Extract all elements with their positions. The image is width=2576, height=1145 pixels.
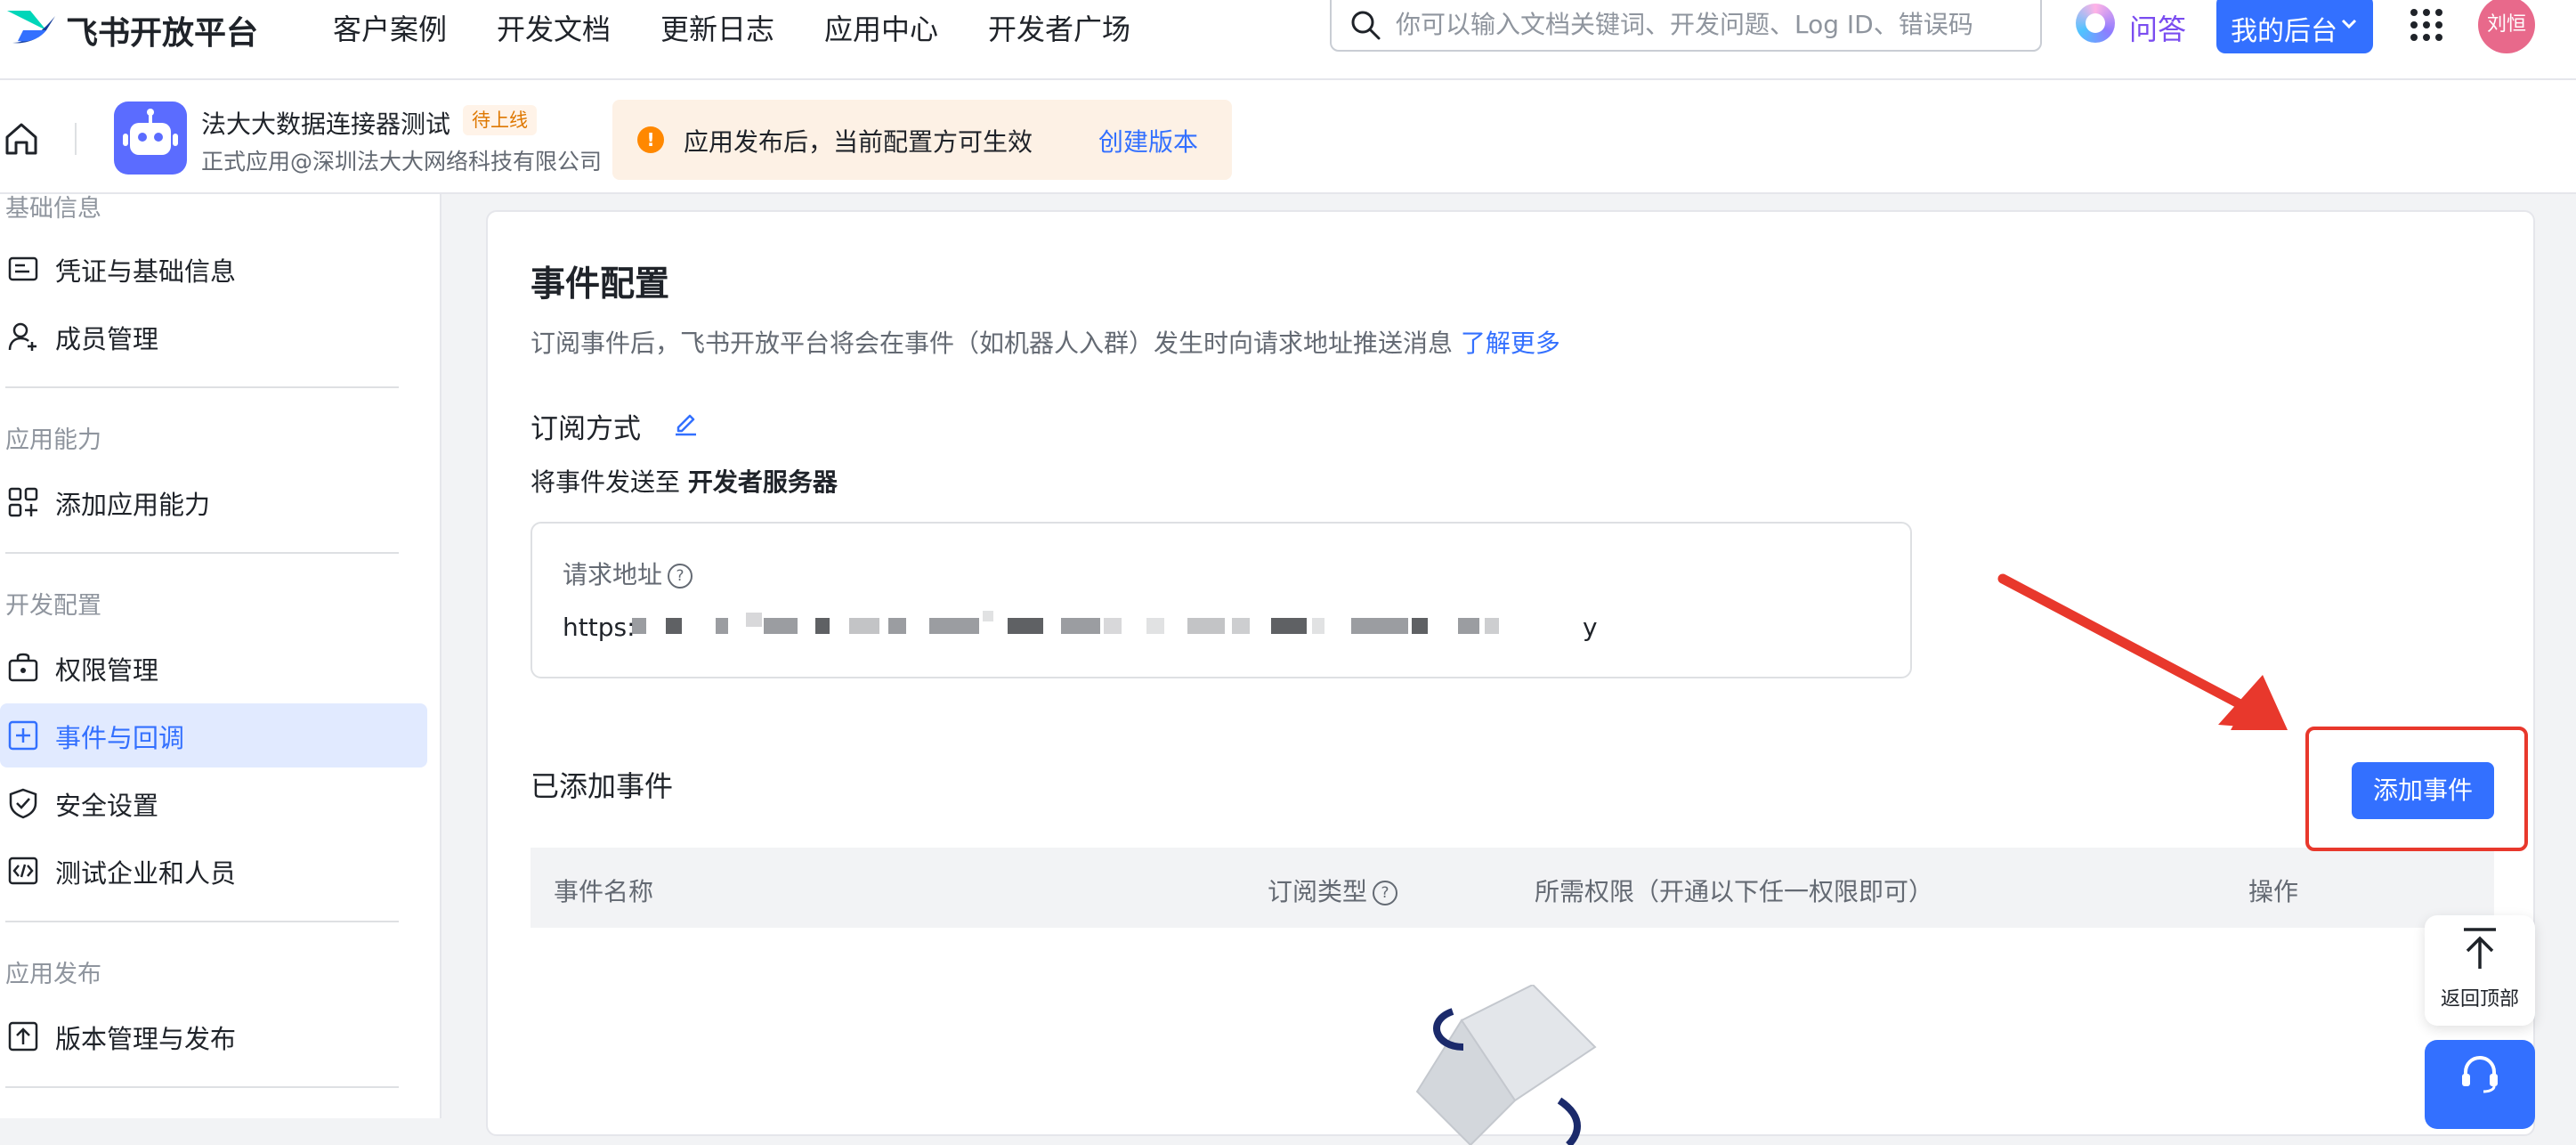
- column-header-subscribe-type: 订阅类型?: [1268, 873, 1398, 908]
- chevron-down-icon: [2341, 19, 2357, 29]
- home-icon[interactable]: [4, 121, 39, 157]
- request-url-label: 请求地址?: [563, 556, 693, 591]
- column-header-event-name: 事件名称: [554, 877, 654, 906]
- warning-icon: !: [637, 126, 664, 153]
- code-icon: [8, 857, 38, 885]
- sidebar-item-events[interactable]: 事件与回调: [0, 703, 427, 767]
- sidebar-item-permissions[interactable]: 权限管理: [0, 636, 427, 700]
- page-description: 订阅事件后，飞书开放平台将会在事件（如机器人入群）发生时向请求地址推送消息 了解…: [531, 324, 1560, 360]
- status-badge: 待上线: [463, 105, 537, 135]
- search-icon: [1351, 11, 1381, 40]
- request-url-label-text: 请求地址: [563, 560, 663, 589]
- user-add-icon: [8, 322, 36, 351]
- sidebar-item-add-capability[interactable]: 添加应用能力: [0, 470, 427, 534]
- send-prefix: 将事件发送至: [531, 467, 681, 497]
- app-header: 法大大数据连接器测试 待上线 正式应用@深圳法大大网络科技有限公司 ! 应用发布…: [0, 80, 2576, 194]
- events-table-header: 事件名称 订阅类型? 所需权限（开通以下任一权限即可） 操作: [531, 848, 2494, 928]
- sidebar-item-label: 测试企业和人员: [55, 858, 237, 889]
- column-header-actions: 操作: [2248, 877, 2299, 906]
- nav-link-docs[interactable]: 开发文档: [497, 7, 611, 48]
- app-subtitle: 正式应用@深圳法大大网络科技有限公司: [201, 149, 603, 175]
- qa-link[interactable]: 问答: [2129, 7, 2186, 48]
- publish-notice: ! 应用发布后，当前配置方可生效 创建版本: [612, 100, 1232, 180]
- sidebar-group-publish: 应用发布: [5, 961, 101, 988]
- app-grid-icon[interactable]: [2409, 7, 2444, 43]
- sidebar-item-label: 版本管理与发布: [55, 1024, 237, 1054]
- redacted-url-mask: [632, 611, 1499, 634]
- help-icon[interactable]: ?: [668, 564, 693, 589]
- page-title: 事件配置: [531, 264, 670, 305]
- arrow-up-icon: [2464, 928, 2496, 969]
- user-avatar[interactable]: 刘恒: [2478, 0, 2535, 53]
- customer-support-button[interactable]: [2425, 1040, 2535, 1129]
- column-header-permissions: 所需权限（开通以下任一权限即可）: [1535, 877, 1934, 906]
- sidebar-item-label: 凭证与基础信息: [55, 256, 237, 287]
- nav-link-developer-square[interactable]: 开发者广场: [988, 7, 1130, 48]
- sidebar-item-test-org[interactable]: 测试企业和人员: [0, 839, 427, 903]
- nav-link-app-center[interactable]: 应用中心: [824, 7, 938, 48]
- send-target: 开发者服务器: [687, 467, 838, 497]
- sidebar-item-security[interactable]: 安全设置: [0, 771, 427, 835]
- my-console-button[interactable]: 我的后台: [2216, 0, 2373, 53]
- id-card-icon: [8, 256, 38, 281]
- sidebar-item-versions[interactable]: 版本管理与发布: [0, 1004, 427, 1068]
- upload-icon: [8, 1021, 38, 1052]
- nav-link-cases[interactable]: 客户案例: [333, 7, 447, 48]
- sidebar-item-label: 安全设置: [55, 791, 159, 821]
- permission-icon: [8, 653, 38, 682]
- sidebar-group-app-capability: 应用能力: [5, 426, 101, 454]
- sidebar-item-label: 添加应用能力: [55, 490, 211, 520]
- feishu-logo-icon[interactable]: [4, 4, 59, 48]
- header-divider: [75, 123, 77, 155]
- sidebar-item-label: 权限管理: [55, 655, 159, 686]
- request-url-suffix: y: [1583, 613, 1598, 642]
- description-text: 订阅事件后，飞书开放平台将会在事件（如机器人入群）发生时向请求地址推送消息: [531, 329, 1454, 358]
- robot-app-icon: [114, 102, 187, 175]
- request-url-prefix: https:: [563, 613, 636, 642]
- subscribe-mode-title: 订阅方式: [531, 413, 641, 445]
- sidebar-item-credentials[interactable]: 凭证与基础信息: [0, 237, 427, 301]
- sidebar-group-basic-info: 基础信息: [5, 195, 101, 223]
- edit-icon[interactable]: [671, 408, 700, 436]
- sidebar: 基础信息 凭证与基础信息 成员管理 应用能力 添加应用能力 开发配置 权限管理 …: [0, 194, 441, 1118]
- back-to-top-button[interactable]: 返回顶部: [2425, 915, 2535, 1026]
- sidebar-item-label: 成员管理: [55, 324, 159, 354]
- back-to-top-label: 返回顶部: [2440, 988, 2519, 1011]
- sidebar-divider: [5, 1086, 399, 1088]
- sidebar-item-members[interactable]: 成员管理: [0, 305, 427, 369]
- brand-name[interactable]: 飞书开放平台: [66, 7, 258, 53]
- column-header-subscribe-type-text: 订阅类型: [1268, 877, 1368, 906]
- shield-icon: [9, 788, 37, 819]
- sidebar-divider: [5, 921, 399, 922]
- notice-text: 应用发布后，当前配置方可生效: [684, 127, 1033, 157]
- annotation-highlight-box: [2305, 727, 2528, 851]
- help-icon[interactable]: ?: [1373, 881, 1398, 905]
- sidebar-divider: [5, 386, 399, 388]
- sidebar-item-label: 事件与回调: [55, 723, 185, 753]
- event-icon: [8, 720, 38, 751]
- annotation-arrow-icon: [1997, 573, 2288, 730]
- top-nav: 飞书开放平台 客户案例 开发文档 更新日志 应用中心 开发者广场 你可以输入文档…: [0, 0, 2576, 80]
- nav-link-changelog[interactable]: 更新日志: [660, 7, 774, 48]
- app-name: 法大大数据连接器测试: [201, 110, 451, 139]
- headset-icon: [2462, 1055, 2498, 1093]
- send-target-text: 将事件发送至 开发者服务器: [531, 463, 838, 499]
- request-url-box: 请求地址? https: y: [531, 522, 1912, 678]
- search-input[interactable]: 你可以输入文档关键词、开发问题、Log ID、错误码: [1330, 0, 2042, 52]
- empty-state-illustration-icon: [1415, 985, 1597, 1145]
- apps-add-icon: [8, 487, 38, 517]
- added-events-title: 已添加事件: [531, 769, 674, 803]
- sidebar-divider: [5, 552, 399, 554]
- learn-more-link[interactable]: 了解更多: [1461, 329, 1560, 358]
- my-console-label: 我的后台: [2231, 16, 2337, 47]
- sidebar-group-dev-config: 开发配置: [5, 592, 101, 620]
- create-version-link[interactable]: 创建版本: [1098, 123, 1198, 158]
- qa-logo-icon[interactable]: [2076, 4, 2115, 43]
- search-placeholder: 你可以输入文档关键词、开发问题、Log ID、错误码: [1396, 10, 1973, 39]
